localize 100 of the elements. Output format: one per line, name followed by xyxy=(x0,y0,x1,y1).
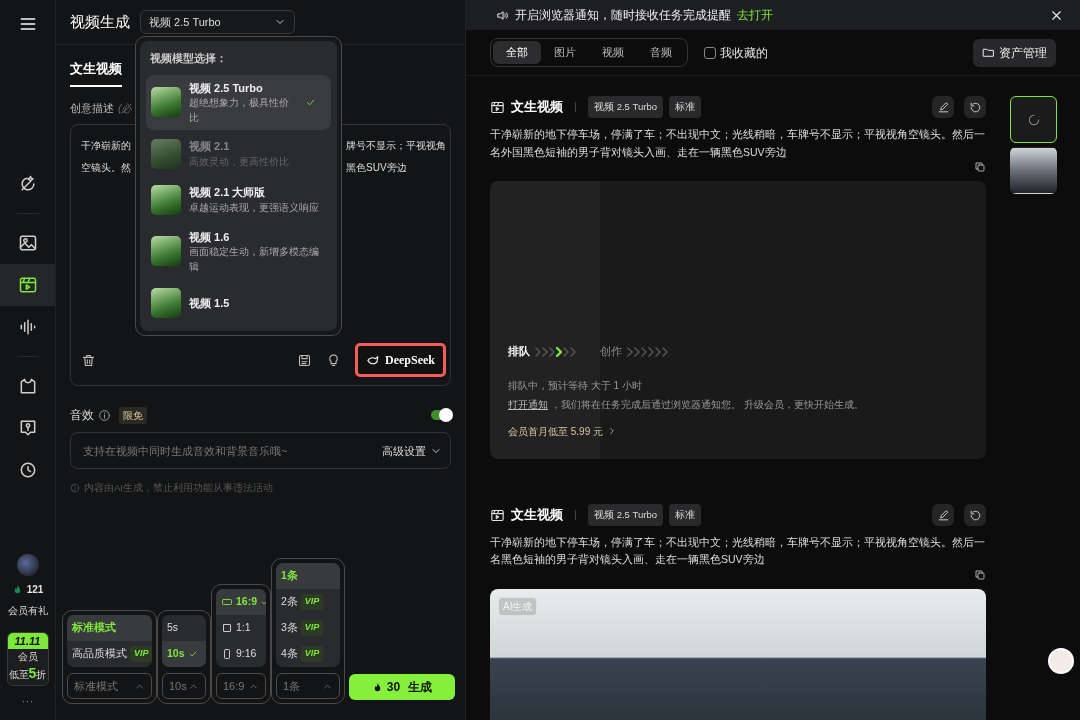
save-icon[interactable] xyxy=(297,352,312,368)
menu-option[interactable]: 2条 VIP xyxy=(276,589,340,615)
option-select[interactable]: 16:9 xyxy=(216,673,266,699)
model-option[interactable]: 视频 2.1 大师版 卓越运动表现，更强语义响应 xyxy=(146,177,331,222)
panel-title: 视频生成 xyxy=(70,11,130,32)
sound-prompt-field[interactable]: 支持在视频中同时生成音效和背景音乐哦~ 高级设置 xyxy=(70,432,451,470)
model-tag: 视频 2.5 Turbo xyxy=(588,96,663,119)
prompt-text: 干净崭新的 xyxy=(81,139,131,154)
menu-option[interactable]: 16:9 xyxy=(216,589,266,615)
promo-text: 会员 xyxy=(16,651,39,665)
promo-badge[interactable]: 11.11 会员 低至5折 xyxy=(6,631,49,686)
filter-tab[interactable]: 图片 xyxy=(541,41,589,64)
model-thumbnail xyxy=(151,236,181,267)
model-name: 视频 2.1 xyxy=(189,139,231,155)
discount-text: 低至5折 xyxy=(7,664,48,683)
dropdown-title: 视频模型选择： xyxy=(149,51,228,66)
more-button[interactable]: ··· xyxy=(21,692,34,710)
copy-icon[interactable] xyxy=(974,160,986,173)
vip-badge: VIP xyxy=(300,620,324,636)
model-thumbnail xyxy=(151,287,181,318)
menu-option[interactable]: 标准模式 xyxy=(67,615,152,641)
trash-icon[interactable] xyxy=(81,352,96,368)
tall-rectangle-icon xyxy=(221,648,233,660)
model-select[interactable]: 视频 2.5 Turbo xyxy=(140,10,295,34)
task-title: 文生视频 xyxy=(511,506,563,525)
option-select[interactable]: 标准模式 xyxy=(67,673,152,699)
checkbox-label: 我收藏的 xyxy=(720,44,768,62)
notify-link[interactable]: 打开通知 xyxy=(508,398,548,410)
prompt-text: 干净崭新的地下停车场，停满了车；不出现中文；光线稍暗，车牌号不显示；平视视角空镜头。然后一名外国黑色短袖的男子背对镜头入画、走在一辆黑色SUV旁边 xyxy=(490,127,986,160)
sidebar-item[interactable] xyxy=(0,264,55,306)
option-select[interactable]: 1条 xyxy=(276,673,340,699)
option-select[interactable]: 10s xyxy=(162,673,206,699)
square-icon xyxy=(221,622,233,634)
assistant-avatar[interactable] xyxy=(1048,648,1074,674)
check-icon xyxy=(187,649,198,659)
model-option[interactable]: 视频 1.6 画面稳定生动，新增多模态编辑 xyxy=(146,223,331,279)
model-name: 视频 1.6 xyxy=(189,229,231,245)
asset-manager-button[interactable]: 资产管理 xyxy=(973,38,1056,67)
model-name: 视频 2.1 大师版 xyxy=(189,185,267,201)
video-icon xyxy=(17,275,38,295)
notice-text: 开启浏览器通知，随时接收任务完成提醒 xyxy=(515,7,731,24)
model-description: 画面稳定生动，新增多模态编辑 xyxy=(189,245,320,274)
model-option[interactable]: 视频 2.5 Turbo 超绝想象力，极具性价比 xyxy=(146,74,331,130)
video-icon xyxy=(490,99,505,115)
task-title: 文生视频 xyxy=(511,98,563,117)
spinner-icon xyxy=(1026,112,1041,127)
image-icon xyxy=(17,233,38,253)
promo-title: 11.11 xyxy=(7,632,48,650)
open-link[interactable]: 去打开 xyxy=(737,6,773,24)
prompt-text: 干净崭新的地下停车场，停满了车；不出现中文；光线稍暗，车牌号不显示；平视视角空镜头。然后一名黑色短袖的男子背对镜头入画、走在一辆黑色SUV旁边 xyxy=(490,535,986,568)
avatar[interactable] xyxy=(16,553,39,576)
refresh-icon xyxy=(968,100,982,114)
vip-badge: VIP xyxy=(300,646,324,662)
menu-option[interactable]: 3条 VIP xyxy=(276,615,340,641)
menu-option[interactable]: 5s xyxy=(162,615,206,641)
menu-option[interactable]: 4条 VIP xyxy=(276,641,340,667)
model-tag: 标准 xyxy=(668,96,701,119)
menu-option[interactable]: 10s xyxy=(162,641,206,667)
prompt-text: 空镜头。然 xyxy=(81,161,131,176)
pencil-icon xyxy=(936,100,950,114)
menu-option[interactable]: 9:16 xyxy=(216,641,266,667)
model-option[interactable]: 视频 1.5 xyxy=(146,280,331,325)
stage-label: 排队 xyxy=(508,344,530,360)
menu-option[interactable]: 高品质模式 VIP xyxy=(67,641,152,667)
regenerate-button[interactable] xyxy=(964,96,986,119)
loading-thumbnail[interactable] xyxy=(1010,96,1057,143)
deepseek-button[interactable]: DeepSeek xyxy=(355,343,446,378)
model-thumbnail xyxy=(151,184,181,215)
edit-button[interactable] xyxy=(932,504,954,526)
model-tag: 标准 xyxy=(668,503,701,527)
filter-tab[interactable]: 视频 xyxy=(589,41,637,64)
copy-icon[interactable] xyxy=(974,568,986,581)
model-description: 卓越运动表现，更强语义响应 xyxy=(189,200,320,215)
menu-option[interactable]: 1:1 xyxy=(216,615,266,641)
membership-link[interactable]: 会员首月低至 5.99 元 xyxy=(508,423,968,439)
photo-thumbnail[interactable] xyxy=(1010,147,1057,194)
filter-tab[interactable]: 音频 xyxy=(637,41,685,64)
advanced-settings-button[interactable]: 高级设置 xyxy=(382,442,442,459)
favorites-checkbox[interactable] xyxy=(704,46,716,59)
filter-tab[interactable]: 全部 xyxy=(493,41,541,64)
edit-button[interactable] xyxy=(932,96,954,119)
sound-toggle[interactable] xyxy=(431,410,451,421)
model-name: 视频 1.5 xyxy=(189,295,231,311)
queue-status: 排队中，预计等待 大于 1 小时 xyxy=(508,378,643,393)
video-icon xyxy=(490,507,505,523)
pencil-icon xyxy=(936,508,950,522)
menu-option[interactable]: 1条 xyxy=(276,563,340,589)
notify-text: 打开通知 ，我们将在任务完成后通过浏览器通知您。 升级会员，更快开始生成。 xyxy=(508,397,865,412)
sound-label: 音效 xyxy=(70,407,94,425)
speaker-icon xyxy=(496,8,509,22)
mode-tab[interactable]: 文生视频 xyxy=(70,59,122,87)
model-thumbnail xyxy=(151,138,181,169)
regenerate-button[interactable] xyxy=(964,504,986,526)
gift-link[interactable]: 会员有礼 xyxy=(7,602,48,618)
lightbulb-icon[interactable] xyxy=(326,352,341,368)
field-label: 创意描述 xyxy=(70,100,114,116)
generate-button[interactable]: 30 生成 xyxy=(349,674,455,700)
model-thumbnail xyxy=(151,87,181,118)
model-tag: 视频 2.5 Turbo xyxy=(588,503,663,527)
info-icon[interactable] xyxy=(98,408,111,422)
